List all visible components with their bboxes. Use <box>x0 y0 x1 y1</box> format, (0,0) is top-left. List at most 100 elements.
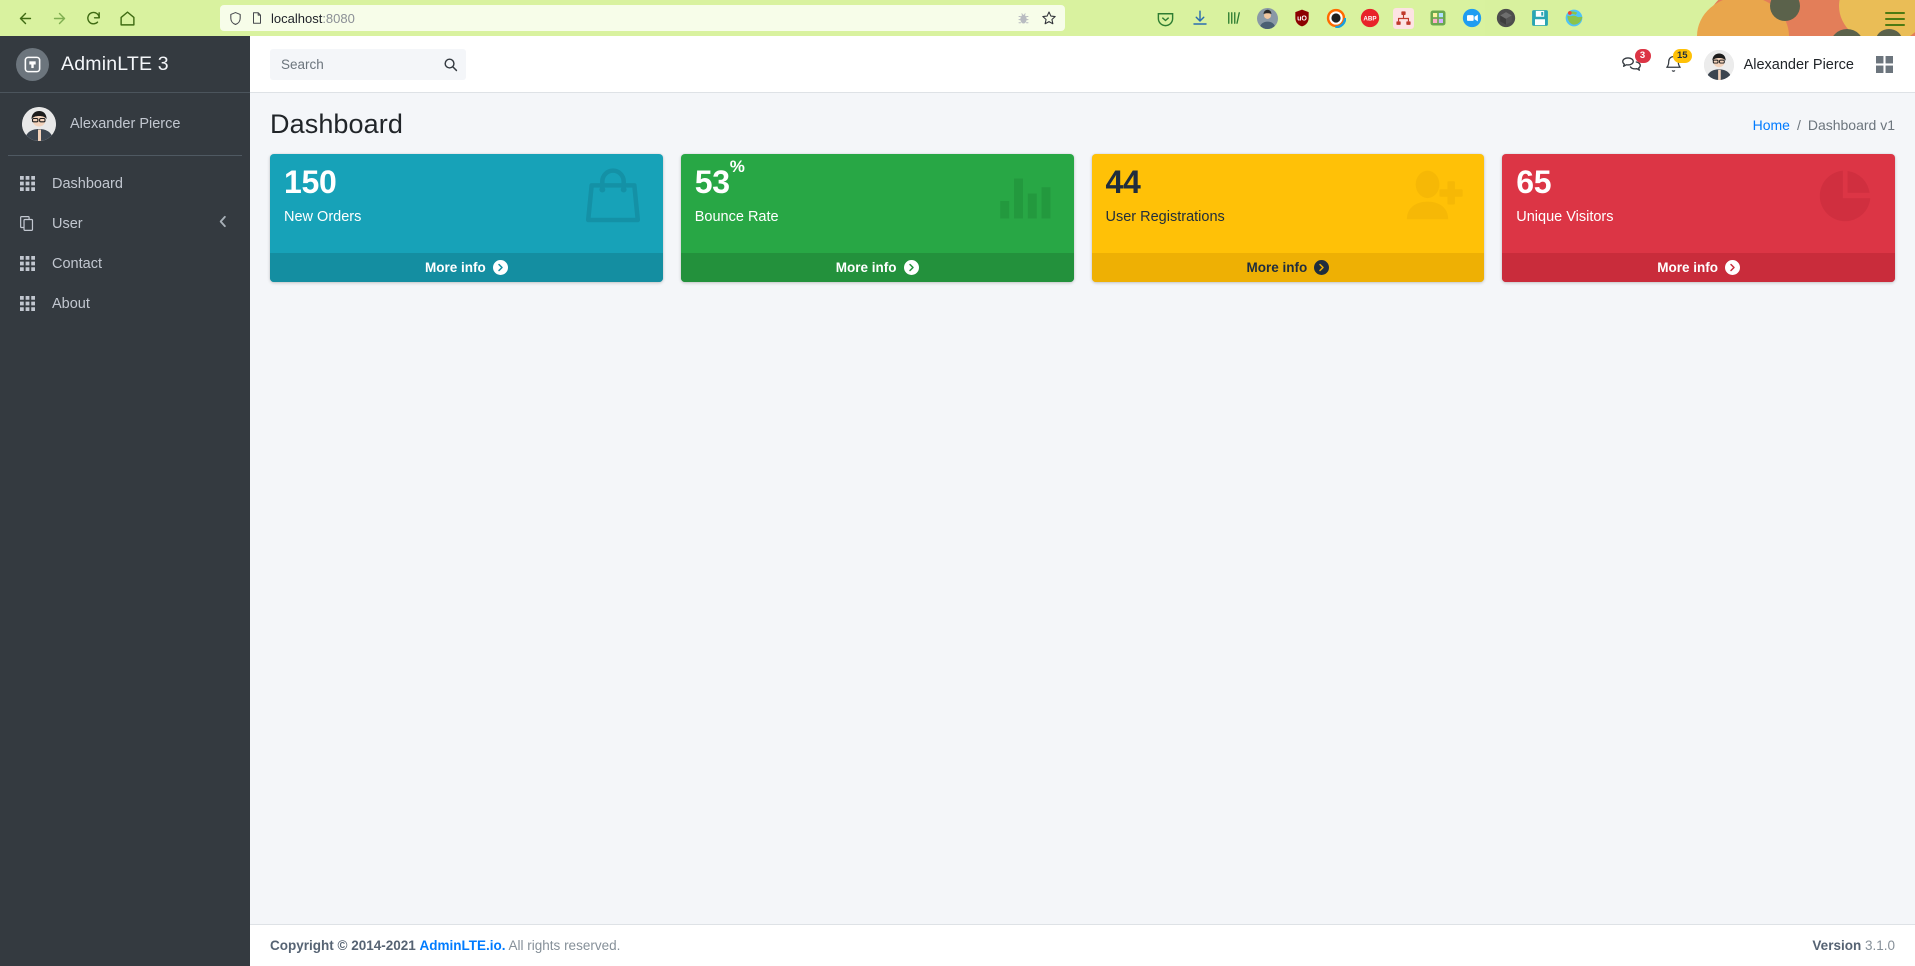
main-navbar: 3 15 <box>250 36 1915 93</box>
version-label: Version <box>1812 938 1862 953</box>
adblock-plus-icon[interactable]: ABP <box>1359 8 1380 29</box>
messages-button[interactable]: 3 <box>1610 36 1653 93</box>
search-icon <box>443 57 457 71</box>
camera-extension-icon[interactable] <box>1325 8 1346 29</box>
home-button[interactable] <box>112 3 142 33</box>
arrow-circle-right-icon <box>903 260 919 275</box>
notifications-button[interactable]: 15 <box>1653 36 1694 93</box>
version-number: 3.1.0 <box>1864 938 1895 953</box>
pocket-extension-icon[interactable] <box>1155 8 1176 29</box>
sidebar-item-label: About <box>52 295 90 312</box>
more-info-text: More info <box>835 260 897 275</box>
page-title: Dashboard <box>270 109 403 139</box>
breadcrumb-current: Dashboard v1 <box>1807 116 1895 133</box>
account-avatar-icon[interactable] <box>1257 7 1278 29</box>
save-extension-icon[interactable] <box>1529 8 1550 29</box>
copy-file-icon <box>20 216 44 231</box>
more-info-text: More info <box>1657 260 1718 275</box>
adminlte-link[interactable]: AdminLTE.io. <box>420 938 506 953</box>
ublock-origin-icon[interactable]: uO <box>1291 8 1312 29</box>
footer-copyright: Copyright © 2014-2021 AdminLTE.io. All r… <box>270 938 620 953</box>
sidebar-item-contact[interactable]: Contact <box>8 245 242 282</box>
svg-text:uO: uO <box>1297 15 1307 23</box>
arrow-circle-right-icon <box>1725 260 1740 275</box>
sidebar-user-name: Alexander Pierce <box>70 116 181 132</box>
navbar-user-menu[interactable]: Alexander Pierce <box>1694 36 1866 93</box>
sidebar-item-dashboard[interactable]: Dashboard <box>8 165 242 202</box>
small-box-suffix: % <box>729 157 745 176</box>
grid-icon <box>20 256 44 271</box>
hamburger-menu-icon[interactable] <box>1885 8 1905 28</box>
small-box-number: 150 <box>284 164 337 200</box>
small-box-more-info-link[interactable]: More info <box>1091 253 1485 282</box>
main-footer: Copyright © 2014-2021 AdminLTE.io. All r… <box>250 924 1915 966</box>
adminlte-app: AdminLTE 3 Alexander Pierce Dashboard Us… <box>0 36 1915 966</box>
sidebar-item-label: Dashboard <box>52 175 123 192</box>
brand-link[interactable]: AdminLTE 3 <box>0 36 250 93</box>
th-large-icon <box>1876 56 1893 73</box>
sidebar-item-label: User <box>52 215 83 232</box>
notifications-badge: 15 <box>1673 49 1692 63</box>
address-bar-actions <box>1016 5 1057 31</box>
sidebar: AdminLTE 3 Alexander Pierce Dashboard Us… <box>0 36 250 966</box>
small-box-number: 65 <box>1516 164 1552 200</box>
sidebar-user-panel[interactable]: Alexander Pierce <box>8 93 242 156</box>
brand-title: AdminLTE 3 <box>61 52 169 75</box>
more-info-text: More info <box>425 260 486 275</box>
small-box-new-orders: 150 New Orders More info <box>270 154 663 282</box>
browser-chrome: localhost:8080 uO ABP <box>0 0 1915 36</box>
search-form <box>270 48 466 80</box>
url-host: localhost <box>271 10 323 26</box>
small-box-more-info-link[interactable]: More info <box>270 253 663 282</box>
url-text: localhost:8080 <box>271 11 355 26</box>
small-box-more-info-link[interactable]: More info <box>1502 253 1895 282</box>
navbar-user-name: Alexander Pierce <box>1743 56 1854 73</box>
address-bar[interactable]: localhost:8080 <box>220 5 1065 31</box>
forward-button[interactable] <box>44 3 74 33</box>
control-sidebar-button[interactable] <box>1866 36 1903 93</box>
small-box-label: New Orders <box>284 208 362 225</box>
info-boxes-row: 150 New Orders More info 53% Bounce Rate… <box>270 154 1895 282</box>
bug-icon[interactable] <box>1016 11 1031 26</box>
back-button[interactable] <box>10 3 40 33</box>
footer-version: Version 3.1.0 <box>1812 938 1895 953</box>
main-content: 150 New Orders More info 53% Bounce Rate… <box>250 146 1915 924</box>
sitemap-extension-icon[interactable] <box>1393 7 1414 29</box>
avatar <box>22 107 56 141</box>
content-wrapper: 3 15 <box>250 36 1915 966</box>
adminlte-logo-icon <box>16 47 49 81</box>
content-header: Dashboard Home / Dashboard v1 <box>250 93 1915 146</box>
small-box-body: 44 User Registrations <box>1092 154 1485 229</box>
grid-icon <box>20 296 44 311</box>
page-icon <box>253 12 261 24</box>
small-box-label: Unique Visitors <box>1516 208 1614 225</box>
reload-button[interactable] <box>78 3 108 33</box>
video-recorder-icon[interactable] <box>1461 8 1482 29</box>
footer-copyright-text: Copyright © 2014-2021 <box>270 938 416 953</box>
downloads-icon[interactable] <box>1189 8 1210 29</box>
sidebar-item-about[interactable]: About <box>8 285 242 322</box>
arrow-circle-right-icon <box>492 260 508 275</box>
footer-rights-text: All rights reserved. <box>508 938 621 953</box>
sidebar-menu: Dashboard User Contact About <box>0 156 250 322</box>
navbar-right-menu: 3 15 Alexander Pierce <box>1610 36 1903 93</box>
chevron-left-icon[interactable] <box>218 215 228 233</box>
cube-extension-icon[interactable] <box>1495 8 1516 29</box>
small-box-number: 44 <box>1105 164 1141 200</box>
star-icon[interactable] <box>1041 10 1057 26</box>
breadcrumb: Home / Dashboard v1 <box>1753 117 1895 133</box>
globe-extension-icon[interactable] <box>1563 8 1584 29</box>
puzzle-extension-icon[interactable] <box>1427 8 1448 29</box>
browser-extension-icons: uO ABP <box>1155 0 1584 36</box>
breadcrumb-home[interactable]: Home <box>1753 117 1790 133</box>
avatar <box>1703 49 1734 80</box>
url-port: :8080 <box>322 10 355 26</box>
small-box-label: Bounce Rate <box>694 208 779 225</box>
sidebar-item-user[interactable]: User <box>8 205 242 242</box>
small-box-more-info-link[interactable]: More info <box>680 253 1074 282</box>
search-button[interactable] <box>434 49 466 80</box>
small-box-bounce-rate: 53% Bounce Rate More info <box>680 154 1074 282</box>
library-icon[interactable] <box>1223 8 1244 29</box>
breadcrumb-separator: / <box>1796 116 1801 133</box>
svg-text:ABP: ABP <box>1363 16 1376 23</box>
